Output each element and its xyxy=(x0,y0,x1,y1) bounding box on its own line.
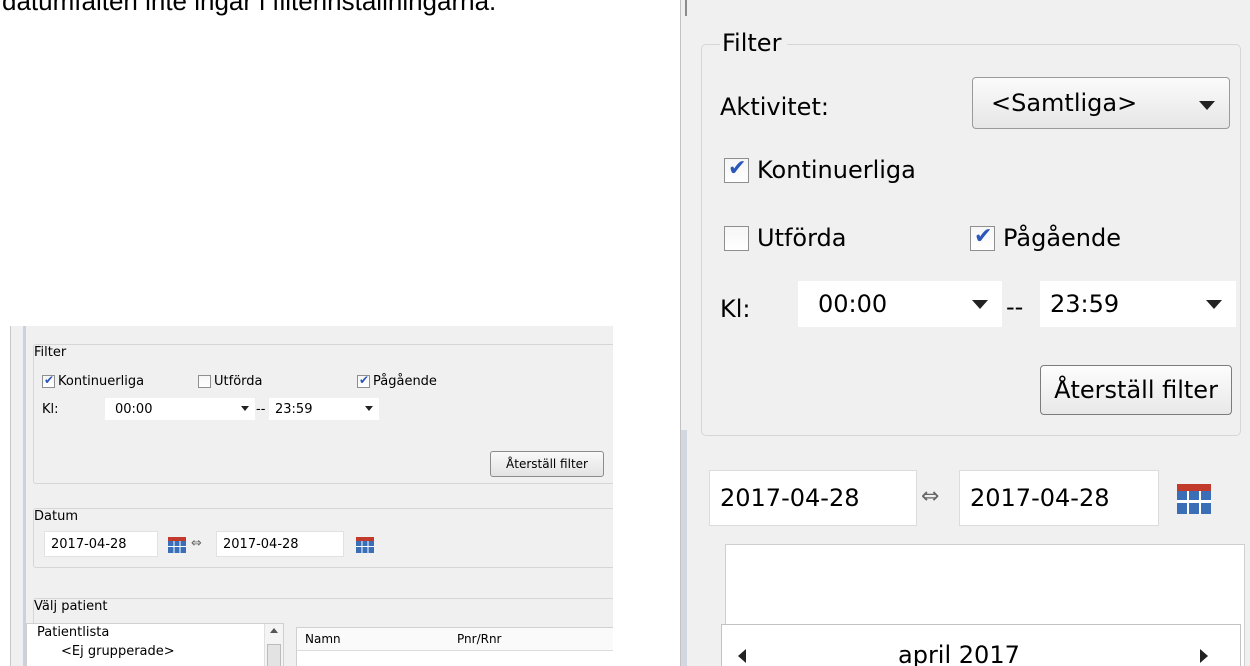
time-from-value: 00:00 xyxy=(115,401,153,417)
date-from-field[interactable]: 2017-04-28 xyxy=(44,531,158,557)
kontinuerliga-label: Kontinuerliga xyxy=(757,156,916,184)
utforda-checkbox[interactable]: Utförda xyxy=(724,224,847,252)
reset-filter-button[interactable]: Återställ filter xyxy=(490,451,604,477)
table-header: Namn Pnr/Rnr xyxy=(297,628,613,651)
patient-table: Namn Pnr/Rnr xyxy=(296,627,613,666)
time-to-dropdown[interactable]: 23:59 xyxy=(1040,281,1236,327)
chevron-down-icon[interactable] xyxy=(241,406,249,411)
aktivitet-label: Aktivitet: xyxy=(720,93,829,121)
kontinuerliga-checkbox[interactable]: Kontinuerliga xyxy=(724,156,916,184)
list-item[interactable]: <Ej grupperade> xyxy=(61,644,175,659)
calendar-icon[interactable] xyxy=(356,537,374,553)
double-arrow-icon: ⇔ xyxy=(921,484,940,509)
kl-label: Kl: xyxy=(720,295,751,323)
time-from-dropdown[interactable]: 00:00 xyxy=(104,397,256,421)
filter-group-large: Filter Aktivitet: <Samtliga> Kontinuerli… xyxy=(701,29,1241,436)
next-month-icon[interactable] xyxy=(1200,649,1208,663)
pagaende-checkbox[interactable]: Pågående xyxy=(970,224,1121,252)
checkbox-unchecked-icon[interactable] xyxy=(724,225,749,251)
reset-filter-button[interactable]: Återställ filter xyxy=(1040,365,1232,415)
checkbox-unchecked-icon[interactable] xyxy=(198,375,211,388)
panel-divider xyxy=(685,0,687,16)
filter-legend: Filter xyxy=(720,29,788,57)
kl-label: Kl: xyxy=(42,402,59,417)
checkbox-checked-icon[interactable] xyxy=(724,156,749,183)
checkbox-checked-icon[interactable] xyxy=(357,373,370,388)
date-to-field[interactable]: 2017-04-28 xyxy=(216,531,344,557)
filter-legend: Filter xyxy=(34,345,67,360)
prev-month-icon[interactable] xyxy=(738,649,746,663)
calendar-header: april 2017 xyxy=(721,624,1241,666)
time-to-dropdown[interactable]: 23:59 xyxy=(268,397,380,421)
column-pnr[interactable]: Pnr/Rnr xyxy=(457,632,501,646)
datum-group: Datum 2017-04-28 ⇔ 2017-04-28 xyxy=(33,508,613,568)
pagaende-label: Pågående xyxy=(1003,224,1122,252)
checkbox-checked-icon[interactable] xyxy=(970,224,995,251)
time-to-value: 23:59 xyxy=(1050,290,1120,318)
chevron-down-icon[interactable] xyxy=(972,300,988,309)
aktivitet-dropdown[interactable]: <Samtliga> xyxy=(972,77,1230,129)
calendar-icon[interactable] xyxy=(1177,484,1211,514)
pagaende-label: Pågående xyxy=(373,374,437,389)
kontinuerliga-checkbox[interactable]: Kontinuerliga xyxy=(42,373,145,389)
chevron-down-icon[interactable] xyxy=(1206,300,1222,309)
kontinuerliga-label: Kontinuerliga xyxy=(58,374,145,389)
month-label: april 2017 xyxy=(898,641,1020,666)
filter-panel-large: Filter Aktivitet: <Samtliga> Kontinuerli… xyxy=(680,0,1250,666)
utforda-label: Utförda xyxy=(757,224,847,252)
chevron-down-icon[interactable] xyxy=(1199,101,1215,110)
filter-group-small: Filter Kontinuerliga Utförda Pågående Kl… xyxy=(33,344,613,484)
time-to-value: 23:59 xyxy=(275,401,313,417)
utforda-label: Utförda xyxy=(214,374,263,389)
time-separator: -- xyxy=(256,402,266,417)
time-from-dropdown[interactable]: 00:00 xyxy=(798,281,1002,327)
date-to-field[interactable]: 2017-04-28 xyxy=(959,470,1159,526)
scroll-up-icon[interactable] xyxy=(270,628,278,633)
patient-list[interactable]: Patientlista <Ej grupperade> xyxy=(26,623,284,666)
instruction-caption: datumfälten inte ingår i filterinställni… xyxy=(2,0,497,16)
time-from-value: 00:00 xyxy=(818,290,888,318)
patient-legend: Välj patient xyxy=(34,599,108,614)
checkbox-checked-icon[interactable] xyxy=(42,373,55,388)
panel-divider xyxy=(23,326,26,666)
scrollbar[interactable] xyxy=(264,624,283,666)
panel-side-bar xyxy=(681,430,687,666)
filter-panel-small: Filter Kontinuerliga Utförda Pågående Kl… xyxy=(10,326,613,666)
aktivitet-value: <Samtliga> xyxy=(991,89,1138,117)
scroll-thumb[interactable] xyxy=(267,644,281,666)
time-separator: -- xyxy=(1006,293,1024,321)
column-name[interactable]: Namn xyxy=(305,632,341,646)
datum-legend: Datum xyxy=(34,509,78,524)
patient-group: Välj patient Patientlista <Ej grupperade… xyxy=(26,598,613,666)
date-from-field[interactable]: 2017-04-28 xyxy=(709,470,917,526)
patient-list-header: Patientlista xyxy=(37,625,110,640)
double-arrow-icon: ⇔ xyxy=(191,536,202,551)
utforda-checkbox[interactable]: Utförda xyxy=(198,374,262,389)
calendar-icon[interactable] xyxy=(168,537,186,553)
pagaende-checkbox[interactable]: Pågående xyxy=(357,373,437,389)
chevron-down-icon[interactable] xyxy=(365,406,373,411)
